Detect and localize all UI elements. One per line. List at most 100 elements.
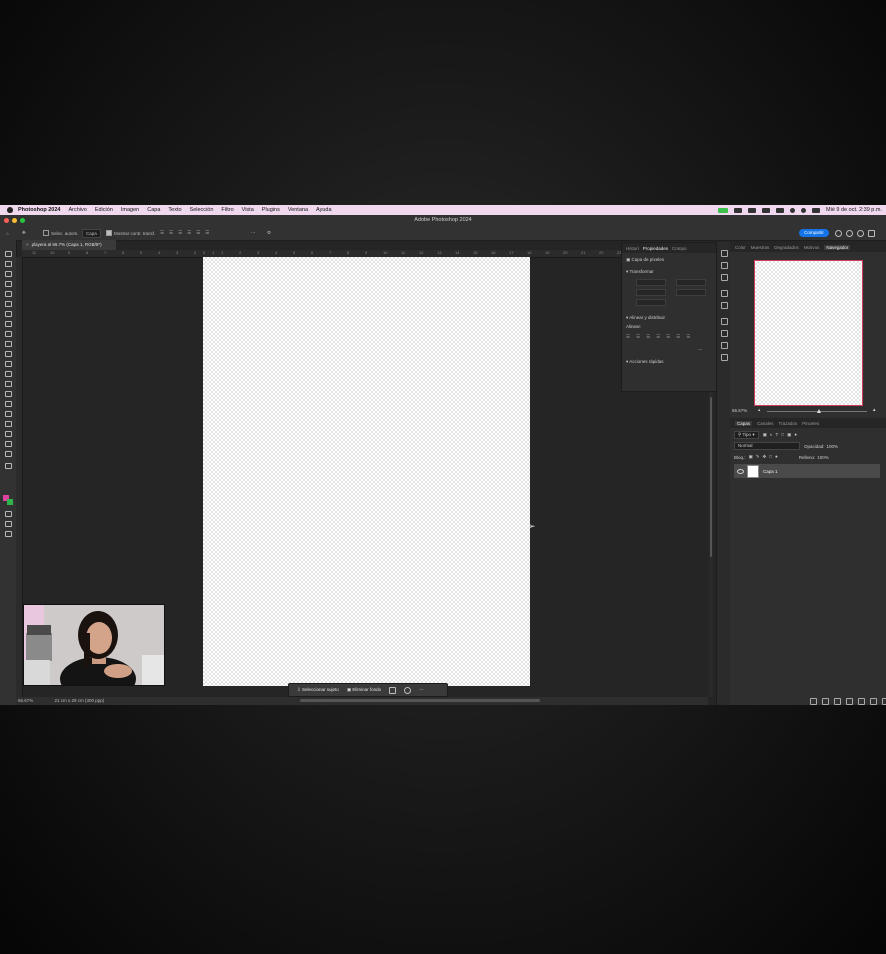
app-status-icon[interactable] bbox=[748, 207, 757, 213]
layer-filter-select[interactable]: ⚲ Tipo ▾ bbox=[734, 431, 759, 439]
comments-panel-icon[interactable] bbox=[721, 274, 728, 281]
notifications-icon[interactable] bbox=[835, 230, 842, 237]
visibility-eye-icon[interactable] bbox=[737, 468, 744, 474]
minimize-window-icon[interactable] bbox=[12, 218, 17, 223]
frame-tool-icon[interactable] bbox=[4, 300, 12, 307]
3d-mode-icon[interactable]: ⚙ bbox=[267, 226, 271, 240]
menu-archivo[interactable]: Archivo bbox=[68, 207, 86, 213]
zoom-window-icon[interactable] bbox=[20, 218, 25, 223]
transform-icon[interactable] bbox=[389, 686, 397, 694]
tab-paths[interactable]: Trazados bbox=[779, 421, 798, 426]
tab-swatches[interactable]: Muestras bbox=[751, 245, 770, 250]
object-select-tool-icon[interactable] bbox=[4, 280, 12, 287]
menu-vista[interactable]: Vista bbox=[242, 207, 254, 213]
align-more-icon[interactable]: ⋯ bbox=[698, 347, 703, 353]
generative-fill-icon[interactable] bbox=[4, 530, 12, 537]
zoom-slider-thumb[interactable] bbox=[817, 409, 821, 413]
zoom-tool-icon[interactable] bbox=[4, 450, 12, 457]
screen-record-icon[interactable] bbox=[734, 207, 743, 213]
align-center-icon[interactable]: ☰ bbox=[169, 230, 173, 236]
menu-imagen[interactable]: Imagen bbox=[121, 207, 139, 213]
zoom-level[interactable]: 66.67% bbox=[18, 698, 33, 703]
navigator-zoom-slider[interactable] bbox=[767, 409, 867, 413]
histogram-panel-icon[interactable] bbox=[721, 290, 728, 297]
layer-name[interactable]: Capa 1 bbox=[763, 469, 778, 474]
eyedropper-tool-icon[interactable] bbox=[4, 310, 12, 317]
y-field[interactable] bbox=[676, 289, 706, 296]
quick-actions-section[interactable]: ▾ Acciones rápidas bbox=[626, 359, 664, 365]
menu-ventana[interactable]: Ventana bbox=[288, 207, 308, 213]
more-icon[interactable]: ⋯ bbox=[419, 687, 424, 693]
select-subject-button[interactable]: ⇩ Seleccionar sujeto bbox=[297, 687, 339, 693]
height-field[interactable] bbox=[676, 279, 706, 286]
home-icon[interactable]: ⌂ bbox=[6, 226, 9, 240]
screen-mode-icon[interactable] bbox=[4, 520, 12, 527]
tab-properties[interactable]: Propiedades bbox=[643, 246, 668, 251]
background-color-swatch[interactable] bbox=[7, 499, 13, 505]
history-brush-tool-icon[interactable] bbox=[4, 350, 12, 357]
align-left-icon[interactable]: ☰ bbox=[160, 230, 164, 236]
artboard-tool-icon[interactable] bbox=[4, 260, 12, 267]
link-layers-icon[interactable] bbox=[810, 698, 817, 705]
paragraph-panel-icon[interactable] bbox=[721, 342, 728, 349]
pen-tool-icon[interactable] bbox=[4, 400, 12, 407]
align-bottom-icon[interactable]: ☰ bbox=[205, 230, 209, 236]
tab-navigator[interactable]: Navegador bbox=[824, 244, 851, 250]
battery-icon[interactable] bbox=[776, 207, 785, 213]
clone-stamp-tool-icon[interactable] bbox=[4, 340, 12, 347]
blur-tool-icon[interactable] bbox=[4, 380, 12, 387]
blend-mode-select[interactable]: Normal bbox=[734, 442, 800, 450]
new-layer-icon[interactable] bbox=[870, 698, 877, 705]
move-tool-icon[interactable]: ✥ bbox=[22, 226, 26, 240]
menu-seleccion[interactable]: Selección bbox=[190, 207, 214, 213]
brush-settings-icon[interactable] bbox=[721, 318, 728, 325]
delete-layer-icon[interactable] bbox=[882, 698, 886, 705]
glyphs-panel-icon[interactable] bbox=[721, 354, 728, 361]
tab-color[interactable]: Color bbox=[735, 245, 746, 250]
align-top-icon[interactable]: ☰ bbox=[187, 230, 191, 236]
quick-mask-icon[interactable] bbox=[4, 510, 12, 517]
history-panel-icon[interactable] bbox=[721, 250, 728, 257]
navigator-preview[interactable] bbox=[754, 260, 863, 406]
crop-tool-icon[interactable] bbox=[4, 290, 12, 297]
tab-brushes[interactable]: Pinceles bbox=[802, 421, 819, 426]
gradient-tool-icon[interactable] bbox=[4, 370, 12, 377]
document-size-info[interactable]: 21 cm x 29 cm (300 ppp) bbox=[55, 698, 105, 703]
vertical-scroll-thumb[interactable] bbox=[710, 397, 712, 557]
shape-tool-icon[interactable] bbox=[4, 430, 12, 437]
dodge-tool-icon[interactable] bbox=[4, 390, 12, 397]
align-middle-icon[interactable]: ☰ bbox=[196, 230, 200, 236]
tab-history[interactable]: Histori bbox=[626, 246, 639, 251]
new-adjustment-icon[interactable] bbox=[846, 698, 853, 705]
brush-tool-icon[interactable] bbox=[4, 330, 12, 337]
navigator-zoom-value[interactable]: 66.67% bbox=[732, 408, 747, 413]
healing-brush-tool-icon[interactable] bbox=[4, 320, 12, 327]
target-select[interactable]: Capa bbox=[82, 226, 101, 240]
remove-background-button[interactable]: ▣ Eliminar fondo bbox=[347, 687, 381, 693]
apple-icon[interactable] bbox=[7, 207, 13, 213]
document-tab[interactable]: × playera al 66.7% (Capa 1, RGB/8*) bbox=[22, 240, 116, 250]
x-field[interactable] bbox=[636, 289, 666, 296]
menu-plugins[interactable]: Plugins bbox=[262, 207, 280, 213]
angle-field[interactable] bbox=[636, 299, 666, 306]
tab-patterns[interactable]: Motivos bbox=[804, 245, 820, 250]
layer-row[interactable]: Capa 1 bbox=[734, 464, 880, 478]
search-icon[interactable] bbox=[801, 207, 807, 213]
info-panel-icon[interactable] bbox=[721, 302, 728, 309]
menu-clock[interactable]: Mié 9 de oct. 2:39 p.m. bbox=[826, 207, 882, 213]
layer-filter-icons[interactable]: ▣◐T□▣● bbox=[763, 432, 800, 438]
facetime-icon[interactable] bbox=[718, 207, 729, 213]
wifi-icon[interactable] bbox=[790, 207, 796, 213]
align-distribute-icons[interactable]: ☰☰☰☰☰☰☰ bbox=[626, 334, 696, 340]
zoom-in-icon[interactable]: ▲ bbox=[872, 407, 876, 412]
width-field[interactable] bbox=[636, 279, 666, 286]
transform-section[interactable]: ▾ Transformar bbox=[626, 269, 654, 275]
auto-select-checkbox[interactable]: Selec. autom. bbox=[43, 226, 79, 240]
search-app-icon[interactable] bbox=[846, 230, 853, 237]
adjustment-icon[interactable] bbox=[404, 686, 412, 694]
fill-value[interactable]: 100% bbox=[817, 455, 829, 460]
help-icon[interactable] bbox=[857, 230, 864, 237]
properties-panel-icon[interactable] bbox=[721, 262, 728, 269]
menu-capa[interactable]: Capa bbox=[147, 207, 160, 213]
close-tab-icon[interactable]: × bbox=[26, 242, 29, 247]
